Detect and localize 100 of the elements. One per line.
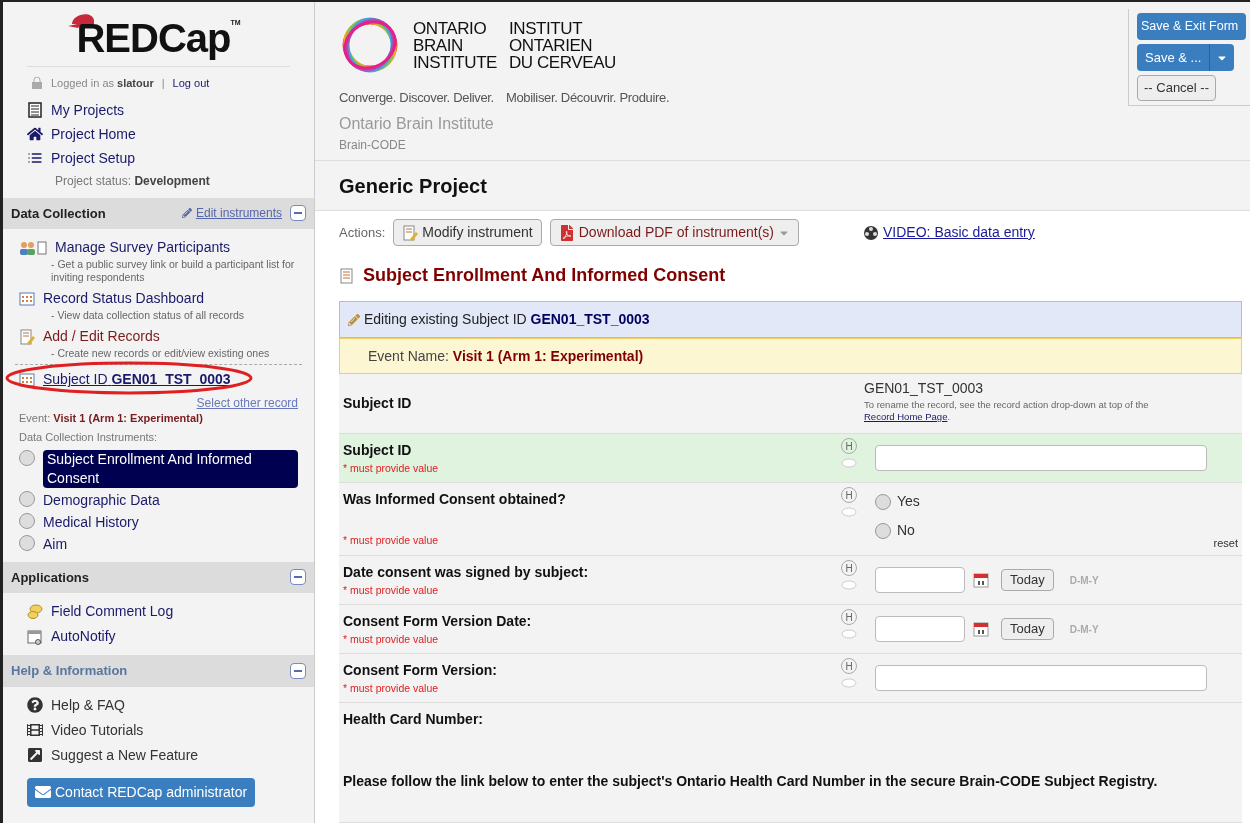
field-label: Subject ID	[343, 394, 412, 413]
tagline-text: Converge. Discover. Deliver.	[339, 89, 494, 107]
cancel-button[interactable]: -- Cancel --	[1137, 75, 1216, 101]
date-format-text: D-M-Y	[1069, 622, 1099, 637]
logo-wordmark-text: INSTITUTE	[413, 53, 497, 71]
help-link[interactable]: Help & FAQ	[27, 694, 290, 716]
radio-button[interactable]	[19, 534, 35, 551]
radio-button[interactable]	[19, 449, 35, 466]
instrument-link[interactable]: Subject Enrollment And Informed Consent	[43, 449, 298, 488]
menu-link[interactable]: Record Status Dashboard	[19, 288, 298, 309]
comment-icon[interactable]	[841, 629, 857, 641]
radio-button[interactable]	[19, 512, 35, 529]
lock-icon	[31, 77, 43, 90]
select-record-link[interactable]: Select other record	[196, 394, 298, 412]
menu-link[interactable]: Add / Edit Records	[19, 326, 298, 347]
comment-icon[interactable]	[841, 458, 857, 470]
org-subtitle: Brain-CODE	[339, 136, 407, 154]
logo-wordmark-text: DU CERVEAU	[509, 53, 616, 71]
field-label: Health Card Number:	[343, 710, 485, 729]
calendar-icon[interactable]	[973, 621, 989, 637]
field-label: Date consent was signed by subject:	[343, 563, 590, 582]
edit-instruments-link[interactable]: Edit instruments	[181, 204, 282, 223]
help-icon	[27, 697, 43, 713]
instrument-link[interactable]: Demographic Data	[43, 490, 160, 510]
comment-icon[interactable]	[841, 678, 857, 690]
instrument-link[interactable]: Medical History	[43, 512, 139, 532]
required-note: * must provide value	[343, 681, 440, 696]
required-note: * must provide value	[343, 632, 440, 647]
date-input[interactable]	[875, 567, 965, 593]
logout-link[interactable]: Log out	[172, 75, 210, 92]
logo-wordmark-text: INSTITUT	[509, 19, 584, 37]
video-link[interactable]: VIDEO: Basic data entry	[863, 222, 1035, 243]
record-link[interactable]: Subject ID GEN01_TST_0003	[19, 369, 298, 390]
instrument-link[interactable]: Aim	[43, 534, 68, 554]
today-button[interactable]: Today	[1001, 569, 1054, 591]
form-icon	[339, 267, 355, 284]
radio-button[interactable]	[875, 522, 891, 539]
menu-description: - Get a public survey link or build a participant list for inviting respondents	[50, 258, 296, 284]
rename-note: To rename the record, see the record action drop-down at top of the Record Home Page.	[864, 399, 1150, 423]
radio-button[interactable]	[19, 490, 35, 507]
org-name: Ontario Brain Institute	[339, 113, 495, 134]
logo-wordmark-text: BRAIN	[413, 36, 464, 54]
required-note: * must provide value	[343, 461, 440, 476]
form-title: Subject Enrollment And Informed Consent	[363, 264, 726, 287]
menu-link[interactable]: Manage Survey Participants	[19, 237, 298, 258]
menu-description: - View data collection status of all records	[50, 309, 245, 322]
event-name-text: Event Name: Visit 1 (Arm 1: Experimental)	[368, 346, 644, 366]
descriptive-text: Please follow the link below to enter the subject's Ontario Health Card Number in the secure Brain-CODE Subject Registry.	[343, 772, 1159, 791]
instruments-label: Data Collection Instruments:	[19, 430, 159, 445]
section-title: Applications	[11, 568, 89, 587]
actions-label: Actions:	[339, 223, 386, 242]
field-label: Consent Form Version Date:	[343, 612, 533, 631]
menu-description: - Create new records or edit/view existing ones	[50, 347, 271, 360]
text-input[interactable]	[875, 665, 1207, 691]
contact-button[interactable]: Contact REDCap administrator	[27, 777, 256, 807]
radio-label: Yes	[897, 492, 920, 511]
tagline-text: Mobiliser. Découvrir. Produire.	[505, 89, 670, 107]
grid-icon	[19, 371, 35, 388]
pencil-icon	[181, 208, 192, 219]
dropdown-button[interactable]	[1209, 43, 1235, 72]
collapse-button[interactable]	[290, 662, 306, 679]
collapse-button[interactable]	[290, 205, 306, 222]
film-icon	[27, 722, 43, 738]
comment-icon[interactable]	[841, 580, 857, 592]
separator-text: |	[161, 76, 165, 91]
download-pdf-button[interactable]: Download PDF of instrument(s)	[549, 219, 800, 246]
editing-text: Editing existing Subject ID GEN01_TST_0003	[364, 310, 650, 329]
app-link[interactable]: Field Comment Log	[27, 601, 290, 622]
today-button[interactable]: Today	[1001, 618, 1054, 640]
project-status-text: Project status: Development	[55, 173, 210, 188]
help-link[interactable]: Suggest a New Feature	[27, 744, 290, 766]
app-link[interactable]: AutoNotify	[27, 626, 290, 647]
edit-record-icon	[402, 224, 419, 241]
record-id-value: GEN01_TST_0003	[864, 379, 985, 398]
reset-link[interactable]: reset	[1213, 534, 1238, 551]
grid-icon	[19, 290, 35, 307]
comment-icon[interactable]	[841, 507, 857, 519]
section-title: Help & Information	[11, 662, 128, 680]
nav-link[interactable]: Project Home	[27, 123, 290, 145]
date-input[interactable]	[875, 616, 965, 642]
calendar-icon[interactable]	[973, 572, 989, 588]
logo-wordmark-text: ONTARIEN	[509, 36, 594, 54]
modify-instrument-button[interactable]: Modify instrument	[393, 219, 542, 246]
nav-link[interactable]: Project Setup	[27, 147, 290, 169]
help-link[interactable]: Video Tutorials	[27, 719, 290, 741]
field-label: Was Informed Consent obtained?	[343, 490, 567, 509]
radio-button[interactable]	[875, 493, 891, 510]
nav-link[interactable]: My Projects	[27, 99, 290, 121]
home-icon	[27, 126, 43, 142]
field-label: Subject ID	[343, 441, 413, 460]
list-icon	[27, 150, 43, 166]
text-input[interactable]	[875, 445, 1207, 471]
collapse-button[interactable]	[290, 569, 306, 586]
window-icon	[27, 628, 43, 645]
save-options-button[interactable]: Save & ...	[1137, 43, 1210, 72]
list-icon	[27, 102, 43, 118]
save-exit-button[interactable]: Save & Exit Form	[1137, 13, 1246, 40]
login-text: Logged in as slatour	[51, 76, 154, 91]
event-text: Event: Visit 1 (Arm 1: Experimental)	[19, 412, 203, 424]
edit-record-icon	[19, 328, 35, 345]
